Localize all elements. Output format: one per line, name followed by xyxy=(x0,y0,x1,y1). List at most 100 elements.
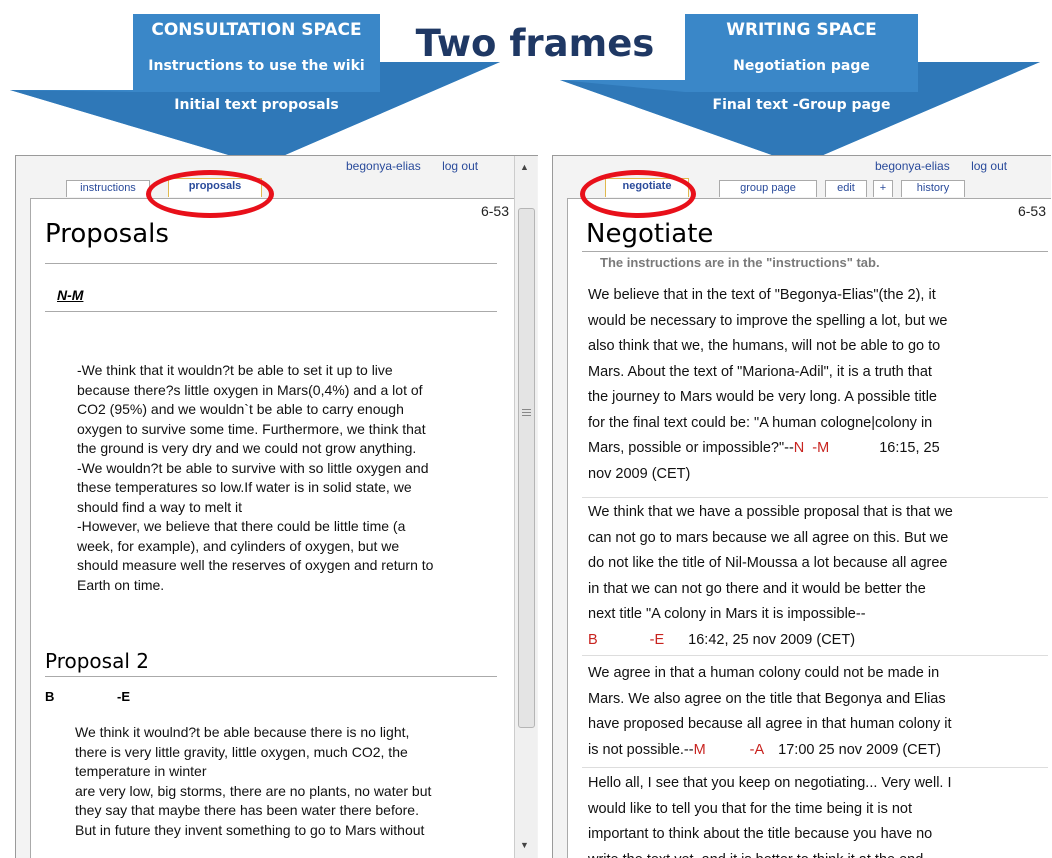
signature-line: B -E 16:42, 25 nov 2009 (CET) xyxy=(588,628,1048,654)
signature-link[interactable]: B xyxy=(588,632,598,648)
section1-text: -We think that it wouldn?t be able to se… xyxy=(77,361,507,595)
text-line: We think that we have a possible proposa… xyxy=(588,500,1048,526)
consultation-line2: Initial text proposals xyxy=(133,97,380,113)
message-divider xyxy=(582,655,1048,656)
scroll-up-icon[interactable]: ▲ xyxy=(520,162,529,172)
right-logout-link[interactable]: log out xyxy=(971,159,1007,173)
text-line: the journey to Mars would be very long. … xyxy=(588,385,1048,411)
text-line: the ground is very dry and we could not … xyxy=(77,439,507,459)
proposals-page: 6-53 Proposals N-M -We think that it wou… xyxy=(30,198,516,858)
timestamp: 16:42, 25 nov 2009 (CET) xyxy=(688,632,855,648)
text-line: these temperatures so low.If water is in… xyxy=(77,478,507,498)
signature-link[interactable]: -E xyxy=(650,632,665,648)
text-line: Mars. We also agree on the title that Be… xyxy=(588,687,1048,713)
title-divider xyxy=(45,263,497,264)
text-line: oxygen to survive some time. Furthermore… xyxy=(77,420,507,440)
timestamp: 16:15, 25 xyxy=(879,440,939,456)
text-line: temperature in winter xyxy=(75,762,505,782)
scroll-down-icon[interactable]: ▼ xyxy=(520,840,529,850)
title-divider xyxy=(582,251,1048,252)
text-line: Mars, possible or impossible?"-- xyxy=(588,440,794,456)
text-line: can not go to mars because we all agree … xyxy=(588,526,1048,552)
text-line: there is very little gravity, little oxy… xyxy=(75,743,505,763)
signature-link[interactable]: -M xyxy=(812,440,829,456)
text-line: We think it woulnd?t be able because the… xyxy=(75,723,505,743)
text-line: for the final text could be: "A human co… xyxy=(588,411,1048,437)
highlight-ring-proposals xyxy=(146,170,274,218)
text-line: Hello all, I see that you keep on negoti… xyxy=(588,771,1051,797)
instructions-note: The instructions are in the "instruction… xyxy=(600,255,880,270)
tab-instructions[interactable]: instructions xyxy=(66,180,150,197)
text-line: We believe that in the text of "Begonya-… xyxy=(588,283,1048,309)
signature-line: is not possible.--M -A 17:00 25 nov 2009 (… xyxy=(588,738,1048,764)
left-user-links: begonya-elias log out xyxy=(346,159,478,173)
signature-line: Mars, possible or impossible?"--N -M 16:15… xyxy=(588,436,1048,462)
text-line: because there?s little oxygen in Mars(0,… xyxy=(77,381,507,401)
text-line: But in future they invent something to g… xyxy=(75,821,505,841)
left-frame: begonya-elias log out instructions propo… xyxy=(15,155,538,858)
text-line: CO2 (95%) and we wouldn`t be able to car… xyxy=(77,400,507,420)
section2-author-a: B xyxy=(45,689,54,704)
writing-line2: Final text -Group page xyxy=(685,97,918,113)
page-number: 6-53 xyxy=(1018,203,1046,219)
text-line: next title "A colony in Mars it is impos… xyxy=(588,602,1048,628)
text-line: Mars. About the text of "Mariona-Adil", … xyxy=(588,360,1048,386)
writing-line1: Negotiation page xyxy=(685,58,918,74)
tab-history[interactable]: history xyxy=(901,180,965,197)
message-divider xyxy=(582,497,1048,498)
message-divider xyxy=(582,767,1048,768)
text-line: they say that maybe there has been water… xyxy=(75,801,505,821)
text-line: are very low, big storms, there are no p… xyxy=(75,782,505,802)
text-line: do not like the title of Nil-Moussa a lo… xyxy=(588,551,1048,577)
tab-group-page[interactable]: group page xyxy=(719,180,817,197)
section2-author-b: -E xyxy=(117,689,130,704)
text-line: also think that we, the humans, will not… xyxy=(588,334,1048,360)
tab-edit[interactable]: edit xyxy=(825,180,867,197)
section1-author: N-M xyxy=(57,287,83,303)
text-line: should measure well the reserves of oxyg… xyxy=(77,556,507,576)
text-line: is not possible.-- xyxy=(588,742,694,758)
tab-add[interactable]: + xyxy=(873,180,893,197)
left-user-link[interactable]: begonya-elias xyxy=(346,159,421,173)
text-line: We agree in that a human colony could no… xyxy=(588,661,1048,687)
left-scrollbar[interactable]: ▲ ▼ xyxy=(514,156,537,858)
negotiate-page: 6-53 Negotiate The instructions are in t… xyxy=(567,198,1051,858)
right-user-links: begonya-elias log out xyxy=(875,159,1007,173)
signature-link[interactable]: -A xyxy=(750,742,765,758)
timestamp: nov 2009 (CET) xyxy=(588,462,1048,488)
negotiation-message-4: Hello all, I see that you keep on negoti… xyxy=(588,771,1051,858)
banner-title: Two frames xyxy=(395,22,675,65)
section2-text: We think it woulnd?t be able because the… xyxy=(75,723,505,840)
timestamp: 17:00 25 nov 2009 (CET) xyxy=(778,742,941,758)
section1-divider xyxy=(45,311,497,312)
consultation-line1: Instructions to use the wiki xyxy=(133,58,380,74)
signature-link[interactable]: M xyxy=(694,742,706,758)
text-line: important to think about the title becau… xyxy=(588,822,1051,848)
page-title: Proposals xyxy=(45,219,169,249)
text-line: -However, we believe that there could be… xyxy=(77,517,507,537)
text-line: -We wouldn?t be able to survive with so … xyxy=(77,459,507,479)
section2-divider xyxy=(45,676,497,677)
negotiation-message-2: We think that we have a possible proposa… xyxy=(588,500,1048,653)
section2-title: Proposal 2 xyxy=(45,649,149,673)
consultation-space-label: CONSULTATION SPACE xyxy=(133,20,380,40)
right-frame: begonya-elias log out negotiate group pa… xyxy=(552,155,1051,858)
text-line: in that we can not go there and it would… xyxy=(588,577,1048,603)
text-line: would like to tell you that for the time… xyxy=(588,797,1051,823)
left-logout-link[interactable]: log out xyxy=(442,159,478,173)
text-line: week, for example), and cylinders of oxy… xyxy=(77,537,507,557)
text-line: -We think that it wouldn?t be able to se… xyxy=(77,361,507,381)
highlight-ring-negotiate xyxy=(580,170,696,218)
scroll-thumb[interactable] xyxy=(518,208,535,728)
banner: CONSULTATION SPACE Instructions to use t… xyxy=(0,0,1052,160)
negotiation-message-3: We agree in that a human colony could no… xyxy=(588,661,1048,763)
right-user-link[interactable]: begonya-elias xyxy=(875,159,950,173)
text-line: should find a way to melt it xyxy=(77,498,507,518)
text-line: have proposed because all agree in that … xyxy=(588,712,1048,738)
writing-space-label: WRITING SPACE xyxy=(685,20,918,40)
page-title: Negotiate xyxy=(586,219,713,249)
text-line: Earth on time. xyxy=(77,576,507,596)
signature-link[interactable]: N xyxy=(794,440,804,456)
negotiation-message-1: We believe that in the text of "Begonya-… xyxy=(588,283,1048,487)
page-number: 6-53 xyxy=(481,203,509,219)
